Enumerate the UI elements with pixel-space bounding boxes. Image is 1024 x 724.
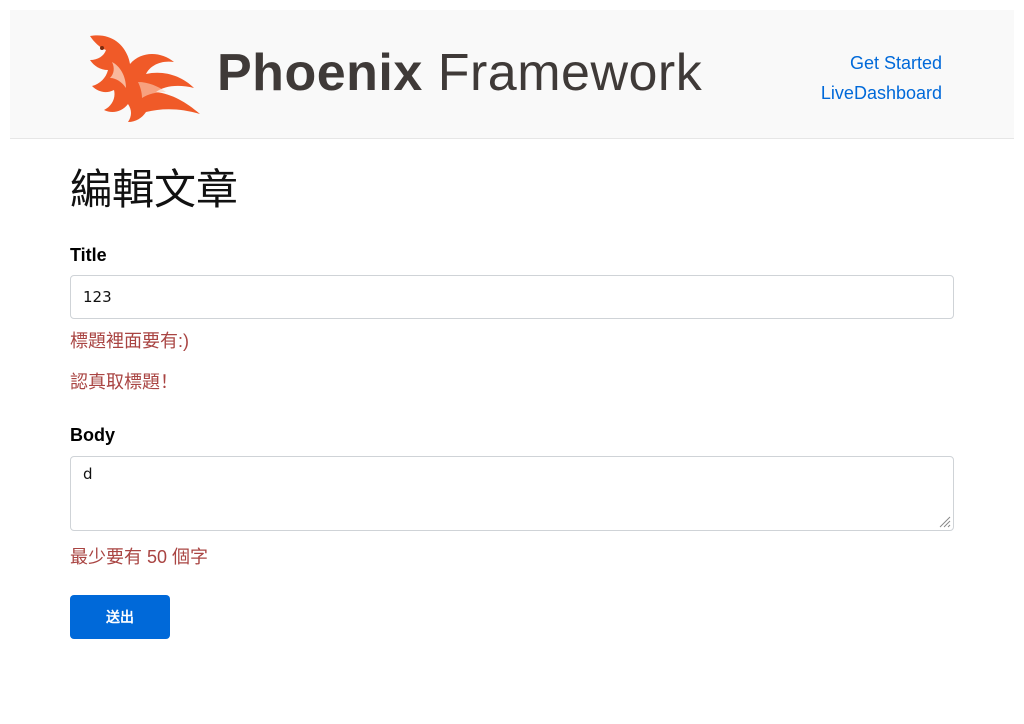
title-error-2: 認真取標題！	[70, 372, 178, 392]
resize-grip-icon[interactable]	[939, 516, 951, 528]
app-header: Phoenix Framework Get Started LiveDashbo…	[10, 10, 1014, 139]
header-nav: Get Started LiveDashboard	[821, 48, 942, 108]
nav-link-livedashboard[interactable]: LiveDashboard	[821, 78, 942, 108]
logo-text: Phoenix Framework	[217, 38, 702, 108]
body-textarea[interactable]: d	[70, 456, 954, 531]
edit-post-form: 編輯文章 Title 標題裡面要有:) 認真取標題！ Body d 最少要有 5…	[70, 160, 954, 639]
body-label: Body	[70, 425, 115, 445]
body-error-1: 最少要有 50 個字	[70, 547, 209, 567]
title-label: Title	[70, 245, 107, 265]
phoenix-logo[interactable]: Phoenix Framework	[82, 32, 702, 122]
logo-text-bold: Phoenix	[217, 44, 423, 102]
logo-text-regular: Framework	[437, 44, 703, 102]
page-title: 編輯文章	[70, 166, 239, 213]
phoenix-bird-icon	[90, 35, 200, 122]
title-input[interactable]	[70, 275, 954, 319]
nav-link-get-started[interactable]: Get Started	[821, 48, 942, 78]
submit-button[interactable]: 送出	[70, 595, 170, 639]
title-error-1: 標題裡面要有:)	[70, 331, 189, 351]
